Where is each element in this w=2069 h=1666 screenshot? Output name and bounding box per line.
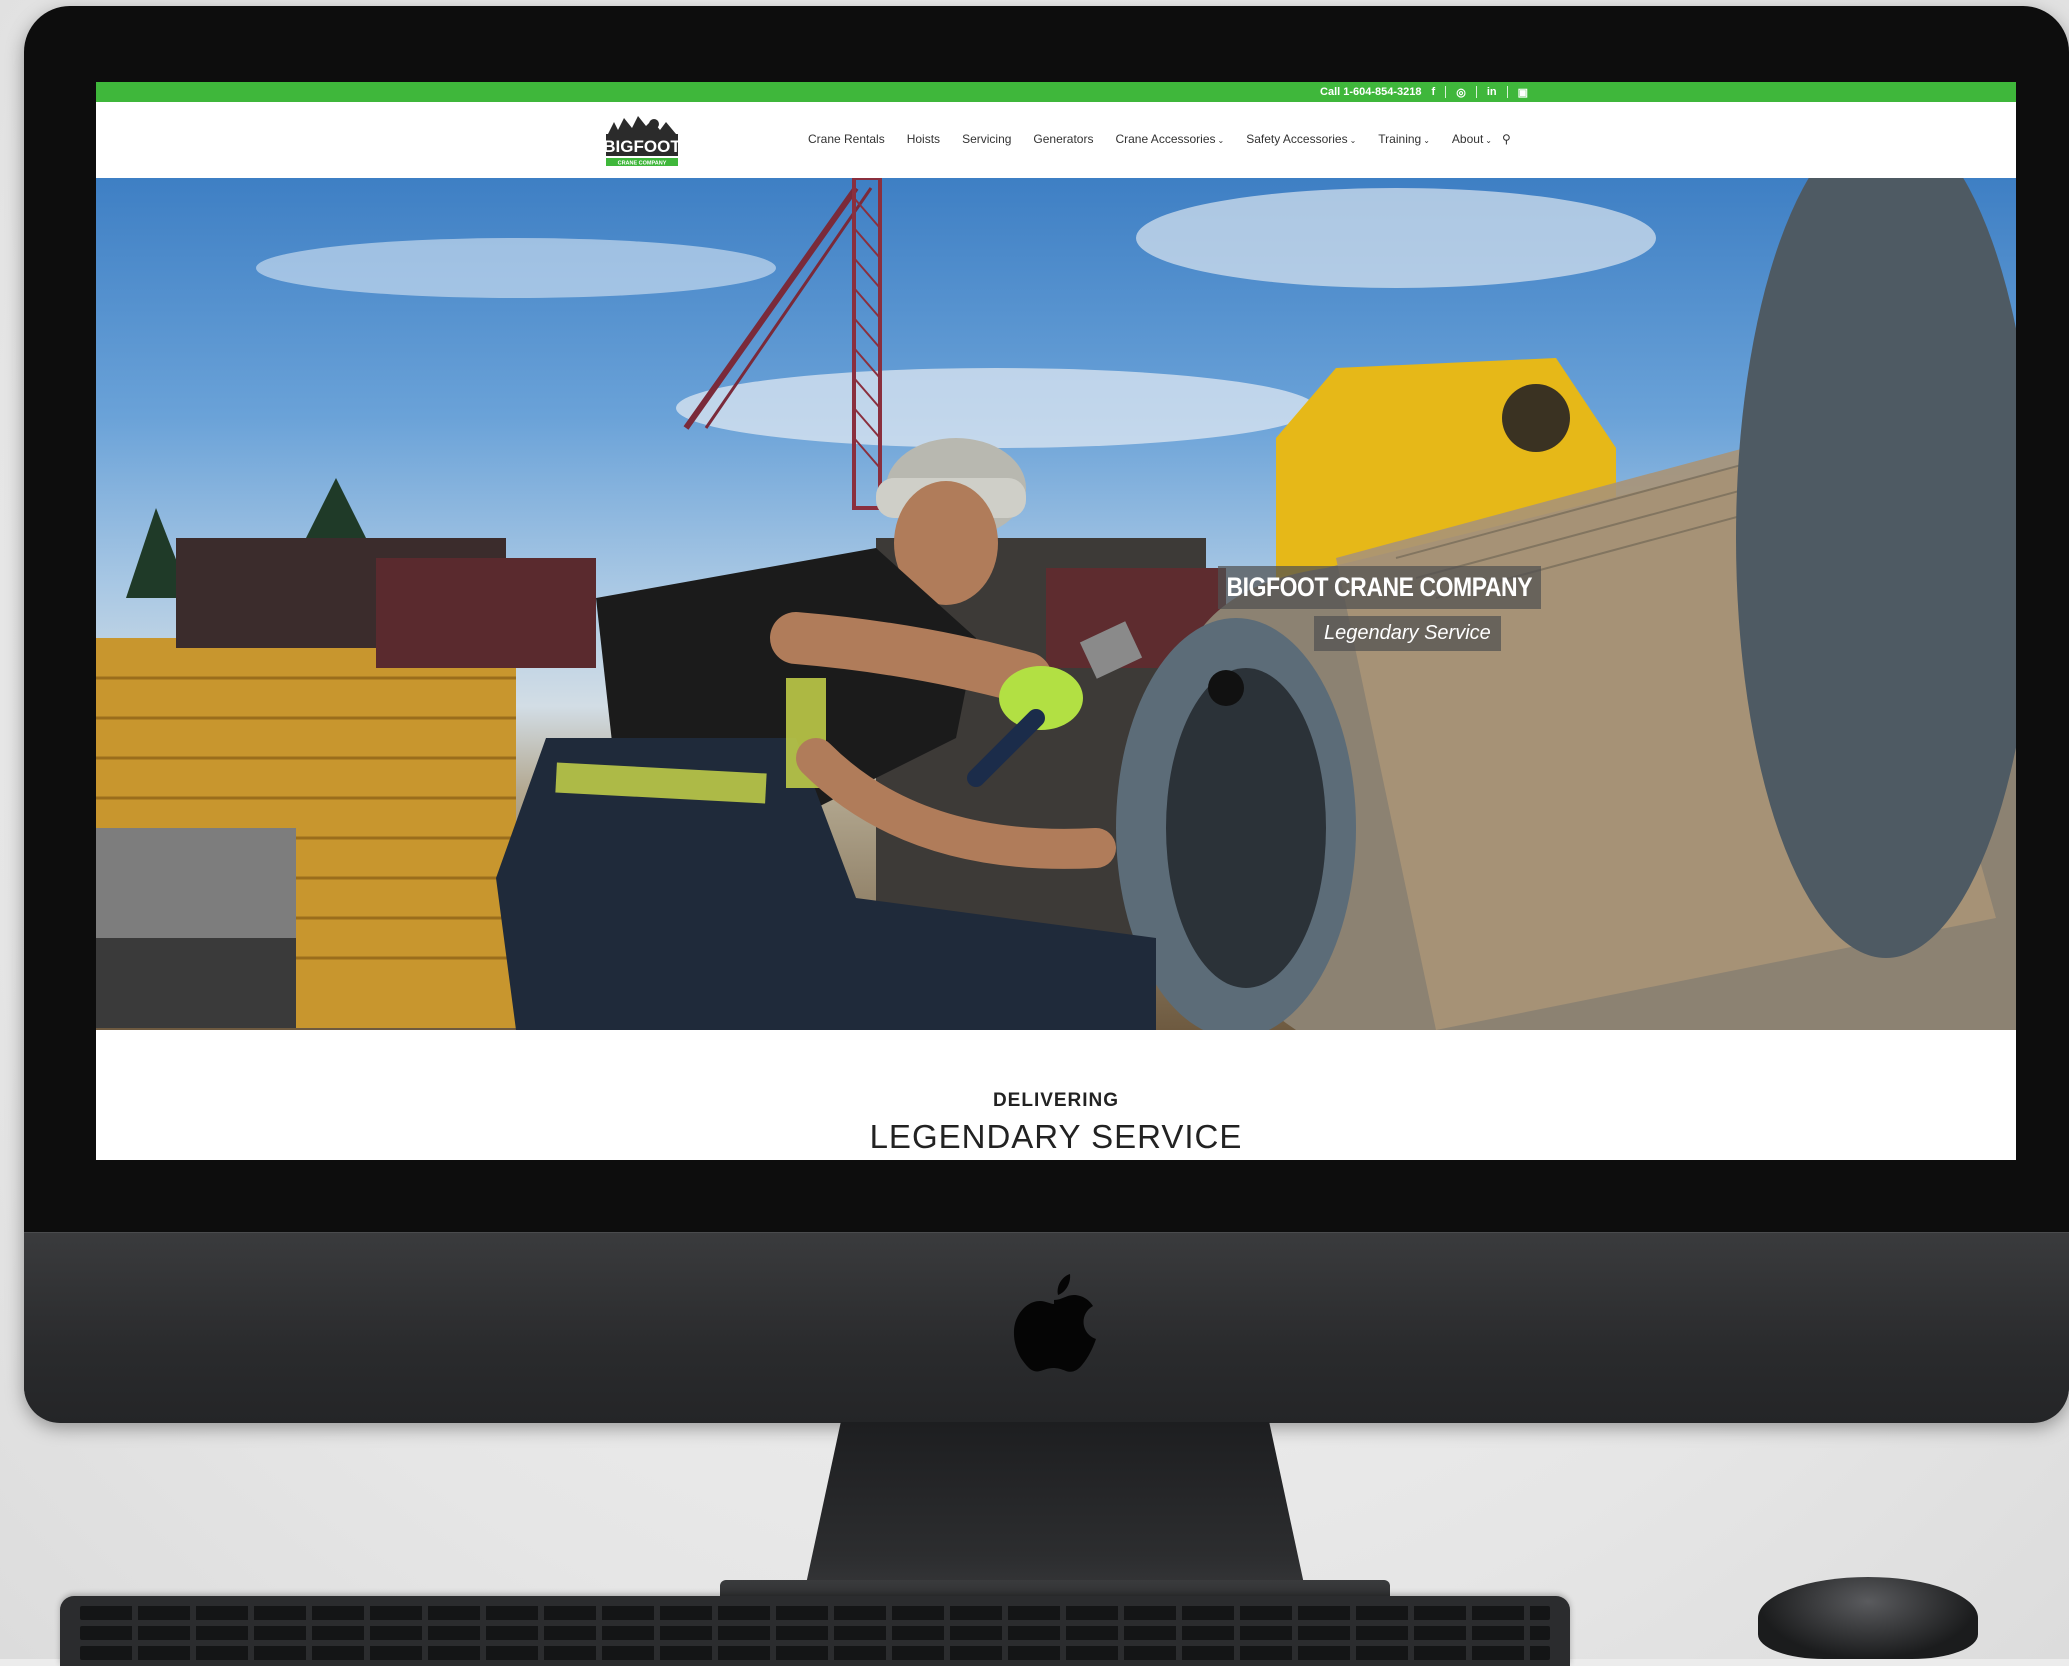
instagram-icon[interactable]: ◎ <box>1456 86 1466 99</box>
chevron-down-icon: ⌄ <box>1423 136 1430 145</box>
logo-wordmark: BIGFOOT <box>603 137 681 156</box>
section-kicker: DELIVERING <box>992 1090 1120 1111</box>
nav-label: Training <box>1378 132 1422 146</box>
keyboard <box>60 1596 1570 1666</box>
nav-hoists[interactable]: Hoists <box>907 132 940 146</box>
desk-scene: Call 1-604-854-3218 f ◎ in ▣ BIGFOOT CRA… <box>0 0 2069 1666</box>
nav-label: Safety Accessories <box>1246 132 1348 146</box>
nav-label: Servicing <box>962 132 1012 146</box>
chevron-down-icon: ⌄ <box>1217 136 1225 145</box>
apple-logo-icon <box>1013 1274 1096 1372</box>
phone-link[interactable]: Call 1-604-854-3218 <box>1320 86 1422 98</box>
nav-crane-accessories[interactable]: Crane Accessories ⌄ <box>1115 132 1224 146</box>
mouse <box>1758 1577 1978 1659</box>
divider <box>1475 86 1477 98</box>
hero-photo <box>96 178 2016 1030</box>
hero-image: BIGFOOT CRANE COMPANY Legendary Service <box>96 178 2016 1030</box>
nav-servicing[interactable]: Servicing <box>962 132 1011 146</box>
nav-training[interactable]: Training ⌄ <box>1378 132 1430 146</box>
divider <box>1506 86 1508 98</box>
logo-subtext: CRANE COMPANY <box>618 161 667 167</box>
linkedin-icon[interactable]: in <box>1487 86 1497 98</box>
section-heading: LEGENDARY SERVICE <box>869 1118 1243 1155</box>
chevron-down-icon: ⌄ <box>1349 136 1357 145</box>
website-screen: Call 1-604-854-3218 f ◎ in ▣ BIGFOOT CRA… <box>96 82 2016 1160</box>
youtube-icon[interactable]: ▣ <box>1518 86 1528 99</box>
nav-crane-rentals[interactable]: Crane Rentals <box>808 132 885 146</box>
hero-subtitle: Legendary Service <box>1314 616 1501 651</box>
keyboard-keys <box>80 1626 1550 1640</box>
nav-label: Generators <box>1033 132 1094 146</box>
keyboard-keys <box>80 1646 1550 1660</box>
nav-about[interactable]: About ⌄ <box>1452 132 1492 146</box>
nav-label: About <box>1451 132 1484 146</box>
top-bar: Call 1-604-854-3218 f ◎ in ▣ <box>96 82 2016 102</box>
keyboard-keys <box>80 1606 1550 1620</box>
hero-title: BIGFOOT CRANE COMPANY <box>1218 566 1541 609</box>
nav-label: Crane Rentals <box>808 132 885 146</box>
nav-label: Hoists <box>906 132 941 146</box>
hero-caption: BIGFOOT CRANE COMPANY Legendary Service <box>1218 566 1598 651</box>
nav-label: Crane Accessories <box>1115 132 1216 146</box>
chevron-down-icon: ⌄ <box>1485 136 1492 145</box>
bigfoot-logo[interactable]: BIGFOOT CRANE COMPANY <box>602 112 682 168</box>
search-icon[interactable]: ⚲ <box>1502 132 1511 146</box>
nav-safety-accessories[interactable]: Safety Accessories ⌄ <box>1246 132 1356 146</box>
facebook-icon[interactable]: f <box>1432 86 1436 98</box>
site-header: BIGFOOT CRANE COMPANY Crane Rentals Hois… <box>96 102 2016 178</box>
nav-generators[interactable]: Generators <box>1033 132 1093 146</box>
main-nav: Crane Rentals Hoists Servicing Generator… <box>808 132 1511 146</box>
divider <box>1445 86 1447 98</box>
